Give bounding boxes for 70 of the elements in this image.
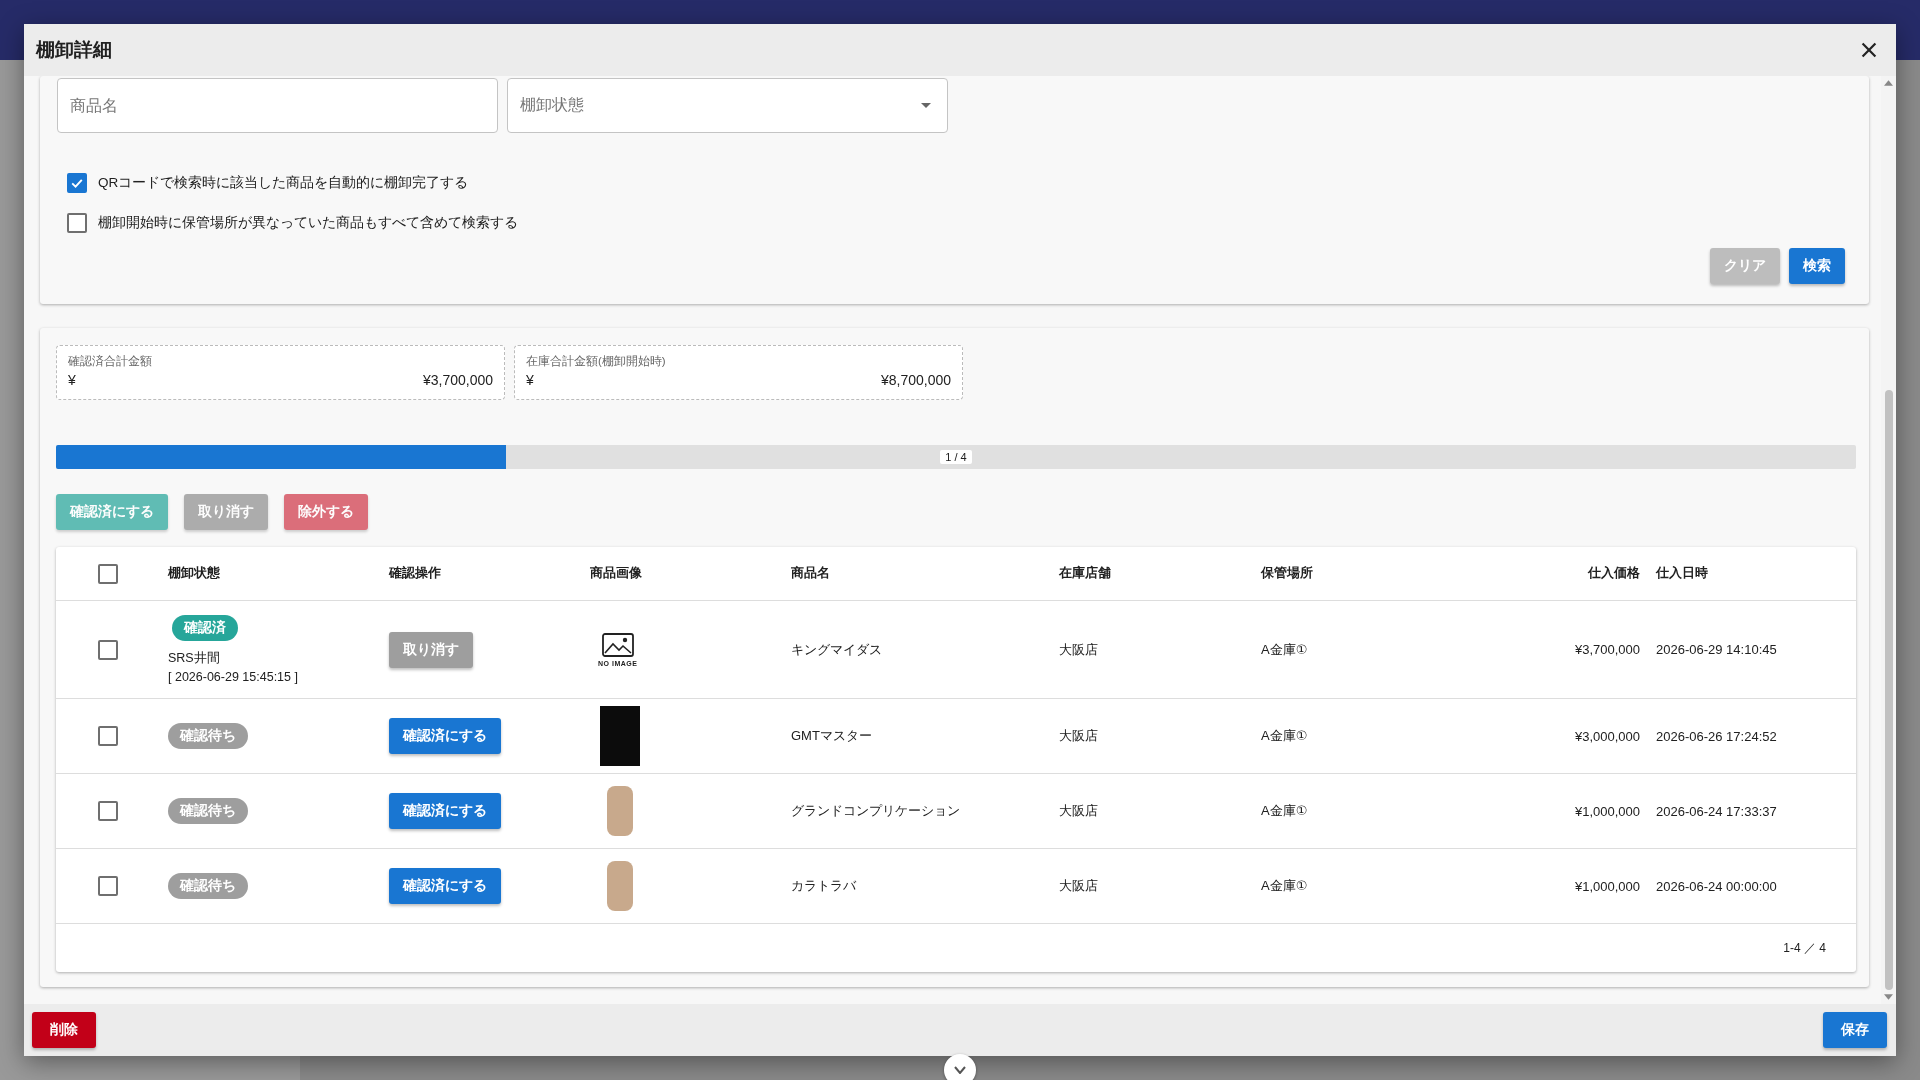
product-name: グランドコンプリケーション [791,802,960,820]
checkbox[interactable] [67,173,87,193]
checkbox[interactable] [67,213,87,233]
purchase-price: ¥3,000,000 [1574,728,1640,744]
storage-location: A金庫① [1261,877,1308,895]
chevron-down-icon[interactable] [944,1054,976,1080]
purchase-date: 2026-06-29 14:10:45 [1656,642,1777,657]
checkbox-label: 棚卸開始時に保管場所が異なっていた商品もすべて含めて検索する [98,214,518,232]
purchase-price: ¥1,000,000 [1574,878,1640,894]
confirmed-time: [ 2026-06-29 15:45:15 ] [168,670,298,684]
caret-icon [921,103,931,108]
photo-placeholder [607,861,633,911]
row-checkbox[interactable] [98,639,118,660]
column-header[interactable]: 仕入価格 [1588,565,1640,582]
status-badge: 確認待ち [168,873,248,899]
confirm-button[interactable]: 確認済にする [389,718,501,754]
row-checkbox[interactable] [98,876,118,896]
row-checkbox[interactable] [98,801,118,821]
store-name: 大阪店 [1059,802,1098,820]
store-name: 大阪店 [1059,640,1098,659]
amount-label: 在庫合計金額(棚卸開始時) [526,354,667,369]
confirm-button[interactable]: 確認済にする [389,793,501,829]
purchase-date: 2026-06-24 17:33:37 [1656,803,1777,819]
checkbox-label: QRコードで検索時に該当した商品を自動的に棚卸完了する [98,174,469,192]
dialog-title: 棚卸詳細 [36,38,112,62]
amount-value: ¥8,700,000 [880,372,951,388]
storage-location: A金庫① [1261,727,1308,745]
purchase-price: ¥1,000,000 [1574,803,1640,819]
pagination-count: 1-4 ／ 4 [1783,939,1826,957]
product-name: カラトラバ [791,877,856,895]
status-select[interactable]: 棚卸状態 [507,78,948,133]
image-icon [601,632,634,657]
currency-symbol: ¥ [526,372,534,388]
column-header[interactable]: 商品名 [791,565,830,582]
photo-placeholder [607,786,633,836]
store-name: 大阪店 [1059,727,1098,745]
column-header[interactable]: 在庫店舗 [1059,565,1111,582]
select-all-checkbox[interactable] [98,563,118,584]
column-header[interactable]: 仕入日時 [1656,565,1708,582]
row-checkbox[interactable] [98,726,118,746]
storage-location: A金庫① [1261,640,1308,659]
status-badge: 確認待ち [168,798,248,824]
currency-symbol: ¥ [68,372,76,388]
amount-value: ¥3,700,000 [422,372,493,388]
column-header[interactable]: 確認操作 [389,565,441,582]
purchase-date: 2026-06-24 00:00:00 [1656,878,1777,894]
save-button[interactable]: 保存 [1823,1012,1887,1048]
store-name: 大阪店 [1059,877,1098,895]
search-button[interactable]: 検索 [1789,248,1845,284]
confirm-button[interactable]: 確認済にする [389,868,501,904]
delete-button[interactable]: 削除 [32,1012,96,1048]
product-name-field[interactable]: 商品名 [57,78,498,133]
status-badge: 確認待ち [168,723,248,749]
storage-location: A金庫① [1261,802,1308,820]
scroll-down-icon[interactable] [1884,994,1893,1000]
confirmer-name: SRS井間 [168,650,220,667]
column-header[interactable]: 棚卸状態 [168,565,220,582]
progress-label: 1 / 4 [940,450,972,464]
column-header[interactable]: 商品画像 [590,565,642,582]
purchase-date: 2026-06-26 17:24:52 [1656,728,1777,744]
scroll-up-icon[interactable] [1884,80,1893,86]
cancel-button[interactable]: 取り消す [389,631,473,668]
scrollbar[interactable] [1881,76,1896,1004]
column-header[interactable]: 保管場所 [1261,565,1313,582]
amount-label: 確認済合計金額 [68,354,153,369]
purchase-price: ¥3,700,000 [1574,642,1640,657]
product-name: キングマイダス [791,640,882,659]
product-name: GMTマスター [791,727,872,745]
photo-placeholder [600,706,640,766]
status-badge: 確認済 [172,615,238,641]
